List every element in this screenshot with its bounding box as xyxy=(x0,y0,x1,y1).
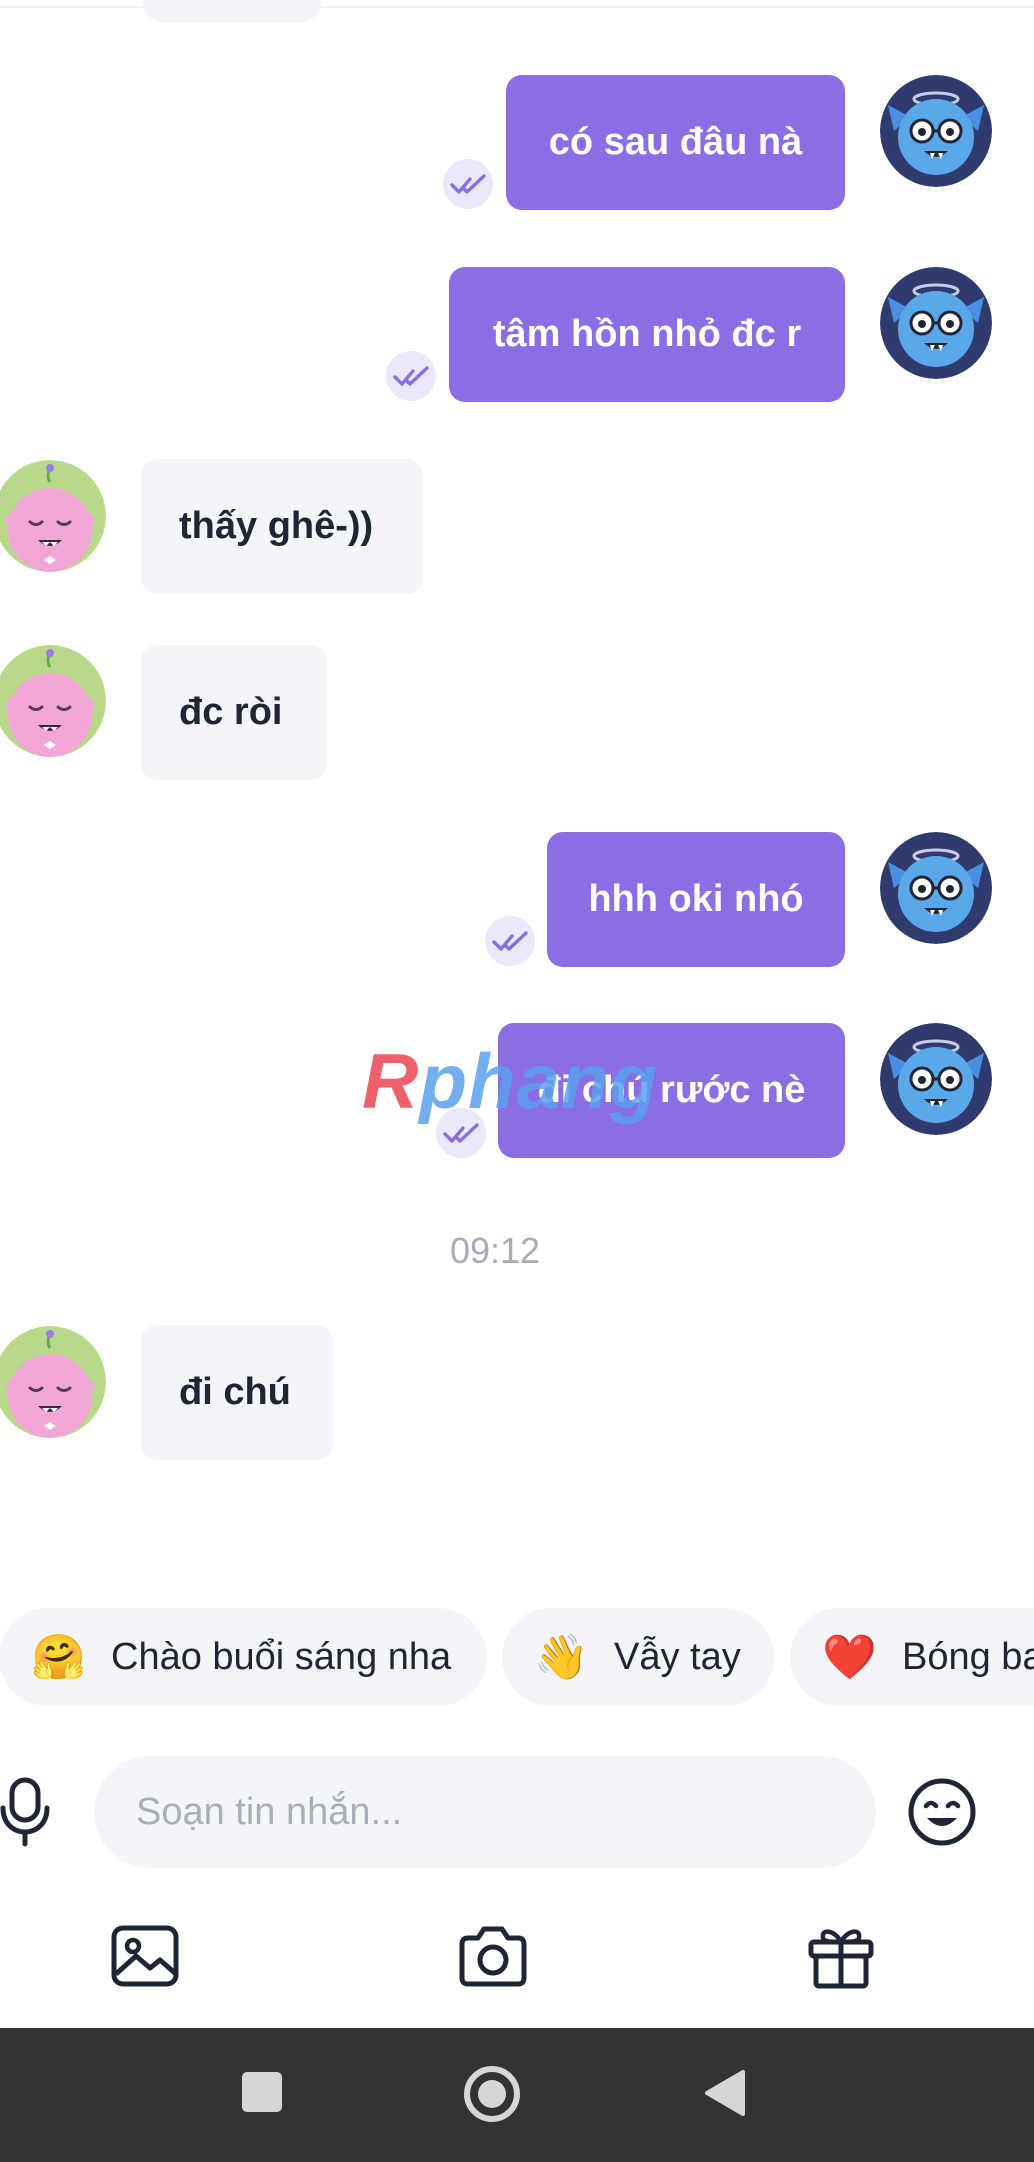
message-text: có sau đâu nà xyxy=(548,121,803,163)
outgoing-message[interactable]: đi chú rước nè xyxy=(498,1023,845,1158)
message-text: đi chú rước nè xyxy=(537,1069,806,1111)
my-avatar[interactable] xyxy=(880,75,992,187)
my-avatar[interactable] xyxy=(880,1023,992,1135)
message-text: thấy ghê-)) xyxy=(179,505,374,547)
camera-icon[interactable] xyxy=(458,1924,528,1988)
my-avatar[interactable] xyxy=(880,267,992,379)
back-icon[interactable] xyxy=(700,2066,750,2120)
message-text: đi chú xyxy=(179,1371,291,1413)
my-avatar[interactable] xyxy=(880,832,992,944)
quick-reply-label: Bóng bay xyxy=(902,1635,1034,1678)
microphone-icon[interactable] xyxy=(0,1776,52,1848)
emoji-icon[interactable] xyxy=(906,1776,978,1848)
message-text: đc ròi xyxy=(179,691,283,733)
outgoing-message[interactable]: tâm hồn nhỏ đc r xyxy=(449,267,845,402)
heart-icon: ❤️ xyxy=(822,1633,877,1682)
seen-check-icon xyxy=(485,916,535,966)
hugging-face-icon: 🤗 xyxy=(31,1633,86,1682)
seen-check-icon xyxy=(386,351,436,401)
gift-icon[interactable] xyxy=(807,1922,875,1990)
message-text: tâm hồn nhỏ đc r xyxy=(492,313,802,355)
image-icon[interactable] xyxy=(110,1924,180,1988)
waving-hand-icon: 👋 xyxy=(534,1633,589,1682)
message-text: hhh oki nhó xyxy=(588,878,804,920)
contact-avatar[interactable] xyxy=(0,1326,106,1438)
quick-reply-good-morning[interactable]: 🤗 Chào buổi sáng nha xyxy=(0,1608,487,1706)
incoming-message[interactable]: đi chú xyxy=(141,1325,333,1460)
outgoing-message[interactable]: hhh oki nhó xyxy=(547,832,845,967)
quick-reply-wave[interactable]: 👋 Vẫy tay xyxy=(502,1608,774,1706)
quick-reply-balloon[interactable]: ❤️ Bóng bay xyxy=(790,1608,1034,1706)
contact-avatar[interactable] xyxy=(0,645,106,757)
recents-icon[interactable] xyxy=(240,2070,284,2114)
previous-message-bubble[interactable] xyxy=(143,0,321,22)
outgoing-message[interactable]: có sau đâu nà xyxy=(506,75,845,210)
seen-check-icon xyxy=(443,159,493,209)
system-nav-bar xyxy=(0,2028,1034,2162)
quick-reply-label: Vẫy tay xyxy=(614,1635,741,1678)
home-icon[interactable] xyxy=(462,2064,522,2124)
incoming-message[interactable]: đc ròi xyxy=(141,645,327,780)
quick-reply-label: Chào buổi sáng nha xyxy=(111,1635,452,1678)
message-input[interactable] xyxy=(94,1756,876,1868)
contact-avatar[interactable] xyxy=(0,460,106,572)
seen-check-icon xyxy=(436,1108,486,1158)
incoming-message[interactable]: thấy ghê-)) xyxy=(141,459,423,594)
message-timestamp: 09:12 xyxy=(449,1230,541,1271)
